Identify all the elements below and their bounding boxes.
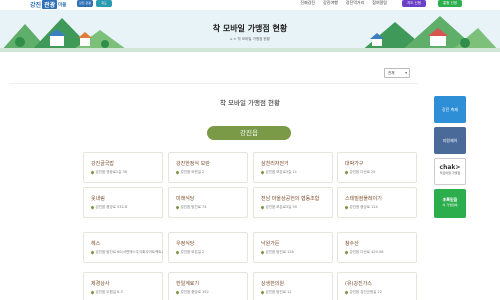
store-address: 강진읍 모란길 2 [175, 169, 204, 175]
store-card[interactable]: 강진한정식 모란강진읍 모란길 2 [168, 152, 248, 183]
nav-item-2[interactable]: 강진여행 [323, 0, 338, 6]
store-name: 전남 마을상공헌의 협동조합 [261, 196, 320, 202]
chevron-down-icon: ▾ [405, 71, 407, 75]
store-address: 강진읍 다산로 25 [344, 169, 376, 175]
store-name: 헤스 [91, 241, 101, 247]
store-card[interactable]: 삼천리자전거강진읍 보은로3길 11 [253, 152, 333, 183]
store-name: 미래식당 [176, 196, 195, 202]
store-name: 제경상사 [91, 281, 110, 287]
store-address: 강진읍 중앙로 532-8 [90, 204, 127, 210]
location-pin-icon [90, 204, 95, 210]
store-address: 강진읍 탐진로 128 [260, 249, 294, 255]
quick-menu-festival[interactable]: 강진 축제 [434, 96, 466, 123]
location-pin-icon [175, 169, 180, 175]
location-pin-icon [344, 289, 349, 295]
store-name: 우정식당 [176, 241, 195, 247]
section-title: 착 모바일 가맹점 현황 [219, 99, 281, 107]
store-card[interactable]: 강진골국밥강진읍 영랑로1길 38 [83, 152, 163, 183]
store-card[interactable]: 한일계료기강진읍 중앙로 152 [168, 272, 248, 300]
tour-badge[interactable]: 강진 관광 [77, 0, 93, 7]
location-pin-icon [260, 249, 265, 255]
store-address: 강진읍 탐진로 74 [175, 204, 207, 210]
map-badge[interactable]: 지도 [96, 0, 112, 7]
store-address: 강진읍 영랑로1길 38 [90, 169, 127, 175]
location-pin-icon [344, 204, 349, 210]
region-pill: 강진읍 [207, 126, 291, 140]
store-card[interactable]: 전남 마을상공헌의 협동조합강진읍 보은로3길 50 [253, 187, 333, 218]
chak-subtitle: 착모바일 가맹점 [439, 171, 461, 175]
region-select-value: 전체 [388, 71, 395, 75]
store-address: 강진읍 탐진로 12 [260, 289, 292, 295]
store-name: 대박가구 [345, 161, 364, 167]
store-name: (유)강진가스 [345, 281, 372, 287]
store-address: 강진읍 중앙로 124 [344, 204, 378, 210]
location-pin-icon [260, 289, 265, 295]
location-pin-icon [344, 169, 349, 175]
quick-menu-support[interactable]: 지원제어 [434, 127, 466, 154]
store-card[interactable]: 스테빌컴플레이기강진읍 중앙로 124 [337, 187, 417, 218]
location-pin-icon [175, 204, 180, 210]
store-address: 강진읍 강진군청길 22 [344, 289, 382, 295]
quick-menu-chak[interactable]: chak> 착모바일 가맹점 [434, 158, 466, 185]
location-pin-icon [90, 169, 95, 175]
store-name: 삼천리자전거 [261, 161, 289, 167]
page-banner: 착 모바일 가맹점 현황 ⌂ > 착 모바일 가맹점 현황 [0, 10, 500, 52]
breadcrumb[interactable]: ⌂ > 착 모바일 가맹점 현황 [0, 37, 500, 42]
nav-item-3[interactable]: 강진먹거리 [346, 0, 364, 6]
chak-logo-text: chak> [439, 164, 461, 171]
integrated-apply-button[interactable]: 통합 신청 [438, 0, 462, 7]
quick-menu-green[interactable]: 초록믿음 이 가맹점에 [434, 189, 466, 218]
store-card[interactable]: 대박가구강진읍 다산로 25 [337, 152, 417, 183]
store-card[interactable]: 미래식당강진읍 탐진로 74 [168, 187, 248, 218]
store-card[interactable]: 참수산강진읍 다산로 429-58 [337, 232, 417, 263]
store-card[interactable]: 헤스강진읍 탐진로 60(서편매스주식회사어트렉트) [83, 232, 163, 263]
nav-item-4[interactable]: 참여알림 [372, 0, 387, 6]
store-card[interactable]: 우정식당강진읍 보은길 2 [168, 232, 248, 263]
store-card[interactable]: (유)강진가스강진읍 강진군청길 22 [337, 272, 417, 300]
store-name: 옷내림 [91, 196, 105, 202]
location-pin-icon [175, 289, 180, 295]
location-pin-icon [175, 249, 180, 255]
site-header: 강진 관광 마을 강진 관광 지도 진짜강진 강진여행 강진먹거리 참여알림 지… [0, 0, 500, 10]
store-name: 스테빌컴플레이기 [345, 196, 382, 202]
store-name: 낙원가든 [261, 241, 280, 247]
store-card[interactable]: 옷내림강진읍 중앙로 532-8 [83, 187, 163, 218]
green-menu-subtitle: 이 가맹점에 [442, 203, 458, 207]
store-address: 강진읍 중앙로 152 [175, 289, 209, 295]
store-name: 한일계료기 [176, 281, 200, 287]
store-card[interactable]: 제경상사강진읍 도원길 8-3 [83, 272, 163, 300]
store-name: 강진골국밥 [91, 161, 115, 167]
site-logo[interactable]: 강진 관광 마을 [30, 0, 66, 9]
store-name: 강진한정식 모란 [176, 161, 210, 167]
store-name: 참수산 [345, 241, 359, 247]
location-pin-icon [260, 169, 265, 175]
store-address: 강진읍 보은길 2 [175, 249, 204, 255]
store-card[interactable]: 상생한의원강진읍 탐진로 12 [253, 272, 333, 300]
store-address: 강진읍 다산로 429-58 [344, 249, 383, 255]
page-title: 착 모바일 가맹점 현황 [212, 24, 288, 33]
map-apply-button[interactable]: 지도 신청 [402, 0, 426, 7]
logo-text-1: 강진 [30, 2, 42, 9]
store-address: 강진읍 도원길 8-3 [90, 289, 123, 295]
region-select[interactable]: 전체 ▾ [384, 68, 410, 78]
store-address: 강진읍 보은로3길 11 [260, 169, 297, 175]
divider [10, 83, 418, 84]
location-pin-icon [260, 204, 265, 210]
location-pin-icon [90, 289, 95, 295]
top-navigation: 진짜강진 강진여행 강진먹거리 참여알림 [300, 0, 387, 6]
logo-text-3: 마을 [58, 2, 67, 8]
location-pin-icon [90, 249, 95, 255]
store-address: 강진읍 보은로3길 50 [260, 204, 297, 210]
location-pin-icon [344, 249, 349, 255]
logo-text-2: 관광 [42, 0, 58, 9]
nav-item-1[interactable]: 진짜강진 [300, 0, 315, 6]
store-card[interactable]: 낙원가든강진읍 탐진로 128 [253, 232, 333, 263]
store-name: 상생한의원 [261, 281, 285, 287]
store-address: 강진읍 탐진로 60(서편매스주식회사어트렉트) [90, 249, 163, 255]
